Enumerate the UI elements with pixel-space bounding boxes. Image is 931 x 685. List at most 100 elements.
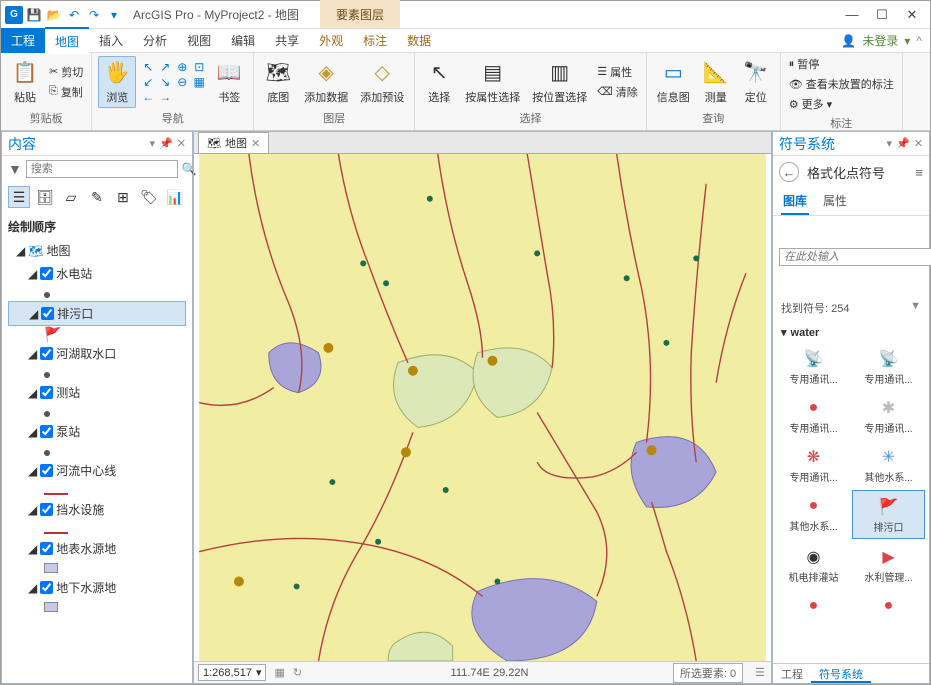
snapping-icon[interactable]: ⊞ xyxy=(112,186,134,208)
tab-data[interactable]: 数据 xyxy=(397,28,441,53)
nav-ne[interactable]: ↗ xyxy=(157,60,173,74)
collapse-ribbon-icon[interactable]: ^ xyxy=(916,34,922,48)
basemap-button[interactable]: 🗺底图 xyxy=(260,57,296,107)
bookmarks-button[interactable]: 📖书签 xyxy=(211,57,247,107)
layer-checkbox[interactable] xyxy=(40,386,53,399)
toc-layer-item[interactable]: ◢排污口 xyxy=(8,301,186,326)
adddata-button[interactable]: ◈添加数据 xyxy=(300,57,352,107)
tab-gallery[interactable]: 图库 xyxy=(781,188,809,215)
nav-zoom-in[interactable]: ⊕ xyxy=(174,60,190,74)
symbol-item[interactable]: ● xyxy=(777,590,850,622)
symbol-item[interactable]: ▶水利管理... xyxy=(852,541,925,588)
symbol-item[interactable]: ● xyxy=(852,590,925,622)
cut-button[interactable]: ✂剪切 xyxy=(47,63,85,81)
symbol-item[interactable]: 📡专用通讯... xyxy=(852,343,925,390)
more-button[interactable]: ⚙更多 ▾ xyxy=(787,95,896,113)
toc-layer-item[interactable]: ◢挡水设施 xyxy=(8,498,186,521)
toc-layer-item[interactable]: ◢地表水源地 xyxy=(8,537,186,560)
chart-icon[interactable]: 📊 xyxy=(164,186,186,208)
pin-icon[interactable]: 📌 xyxy=(159,137,173,150)
draworder-icon[interactable]: ☰ xyxy=(8,186,30,208)
options-icon[interactable]: ▾ xyxy=(887,137,893,150)
pause-button[interactable]: ⏸暂停 xyxy=(787,55,896,73)
qat-save-icon[interactable]: 💾 xyxy=(25,6,43,24)
toc-layer-item[interactable]: ◢测站 xyxy=(8,381,186,404)
layer-checkbox[interactable] xyxy=(40,464,53,477)
minimize-button[interactable]: — xyxy=(838,5,866,25)
tab-analysis[interactable]: 分析 xyxy=(133,28,177,53)
layer-checkbox[interactable] xyxy=(40,347,53,360)
nav-prev[interactable]: ← xyxy=(140,90,156,104)
tab-properties[interactable]: 属性 xyxy=(821,188,849,215)
close-pane-icon[interactable]: ✕ xyxy=(914,137,923,150)
toc-layer-item[interactable]: ◢河流中心线 xyxy=(8,459,186,482)
symbol-search-input[interactable] xyxy=(779,248,931,266)
select-button[interactable]: ↖选择 xyxy=(421,57,457,107)
filter-icon[interactable]: ▼ xyxy=(8,161,22,177)
symbol-item[interactable]: 📡专用通讯... xyxy=(777,343,850,390)
close-tab-icon[interactable]: ✕ xyxy=(251,137,260,150)
clear-button[interactable]: ⌫清除 xyxy=(595,83,640,101)
symbol-item[interactable]: ◉机电排灌站 xyxy=(777,541,850,588)
symbol-item[interactable]: ●其他水系... xyxy=(777,490,850,539)
symbol-item[interactable]: ✱专用通讯... xyxy=(852,392,925,439)
close-button[interactable]: ✕ xyxy=(898,5,926,25)
qat-undo-icon[interactable]: ↶ xyxy=(65,6,83,24)
back-button[interactable]: ← xyxy=(779,162,799,182)
unplaced-button[interactable]: 👁查看未放置的标注 xyxy=(787,75,896,93)
toc-layer-item[interactable]: ◢河湖取水口 xyxy=(8,342,186,365)
symbol-item[interactable]: 🚩排污口 xyxy=(852,490,925,539)
addpreset-button[interactable]: ◇添加预设 xyxy=(356,57,408,107)
status-menu-icon[interactable]: ☰ xyxy=(749,666,771,679)
selectbyloc-button[interactable]: ▥按位置选择 xyxy=(528,57,591,107)
label-icon[interactable]: 🏷 xyxy=(138,186,160,208)
copy-button[interactable]: ⎘复制 xyxy=(47,83,85,101)
nav-zoom-out[interactable]: ⊖ xyxy=(174,75,190,89)
status-tool2[interactable]: ↻ xyxy=(289,666,306,679)
tab-share[interactable]: 共享 xyxy=(265,28,309,53)
map-tab[interactable]: 🗺地图✕ xyxy=(198,132,269,153)
scale-input[interactable]: 1:268,517▾ xyxy=(198,664,266,681)
layer-checkbox[interactable] xyxy=(40,425,53,438)
layer-checkbox[interactable] xyxy=(40,542,53,555)
layer-checkbox[interactable] xyxy=(41,307,54,320)
nav-full[interactable]: ⊡ xyxy=(191,60,207,74)
layer-checkbox[interactable] xyxy=(40,503,53,516)
symbol-item[interactable]: ❋专用通讯... xyxy=(777,441,850,488)
options-icon[interactable]: ▾ xyxy=(150,137,156,150)
bottom-tab-symbology[interactable]: 符号系统 xyxy=(811,664,871,683)
qat-dropdown-icon[interactable]: ▾ xyxy=(105,6,123,24)
category-header[interactable]: ▾water xyxy=(777,322,925,343)
attributes-button[interactable]: ☰属性 xyxy=(595,63,640,81)
nav-se[interactable]: ↘ xyxy=(157,75,173,89)
bottom-tab-project[interactable]: 工程 xyxy=(773,664,811,683)
paste-button[interactable]: 📋粘贴 xyxy=(7,57,43,107)
toc-layer-item[interactable]: ◢水电站 xyxy=(8,262,186,285)
login-area[interactable]: 👤 未登录 ▾ ^ xyxy=(841,32,930,49)
maximize-button[interactable]: ☐ xyxy=(868,5,896,25)
tab-labeling[interactable]: 标注 xyxy=(353,28,397,53)
selected-count[interactable]: 所选要素: 0 xyxy=(673,663,743,683)
tab-insert[interactable]: 插入 xyxy=(89,28,133,53)
tab-edit[interactable]: 编辑 xyxy=(221,28,265,53)
edit-icon[interactable]: ✎ xyxy=(86,186,108,208)
measure-button[interactable]: 📐测量 xyxy=(698,57,734,107)
filter-icon[interactable]: ▼ xyxy=(910,300,921,316)
nav-sw[interactable]: ↙ xyxy=(140,75,156,89)
toc-layer-item[interactable]: ◢地下水源地 xyxy=(8,576,186,599)
tab-project[interactable]: 工程 xyxy=(1,28,45,53)
tab-view[interactable]: 视图 xyxy=(177,28,221,53)
layer-checkbox[interactable] xyxy=(40,581,53,594)
qat-redo-icon[interactable]: ↷ xyxy=(85,6,103,24)
symbol-item[interactable]: ✳其他水系... xyxy=(852,441,925,488)
contents-search-input[interactable] xyxy=(26,160,178,178)
nav-sel[interactable]: ▦ xyxy=(191,75,207,89)
locate-button[interactable]: 🔭定位 xyxy=(738,57,774,107)
tab-appearance[interactable]: 外观 xyxy=(309,28,353,53)
symbol-item[interactable]: ●专用通讯... xyxy=(777,392,850,439)
pin-icon[interactable]: 📌 xyxy=(896,137,910,150)
infographics-button[interactable]: ▭信息图 xyxy=(653,57,694,107)
app-icon[interactable]: G xyxy=(5,6,23,24)
tab-map[interactable]: 地图 xyxy=(45,27,89,54)
nav-nw[interactable]: ↖ xyxy=(140,60,156,74)
